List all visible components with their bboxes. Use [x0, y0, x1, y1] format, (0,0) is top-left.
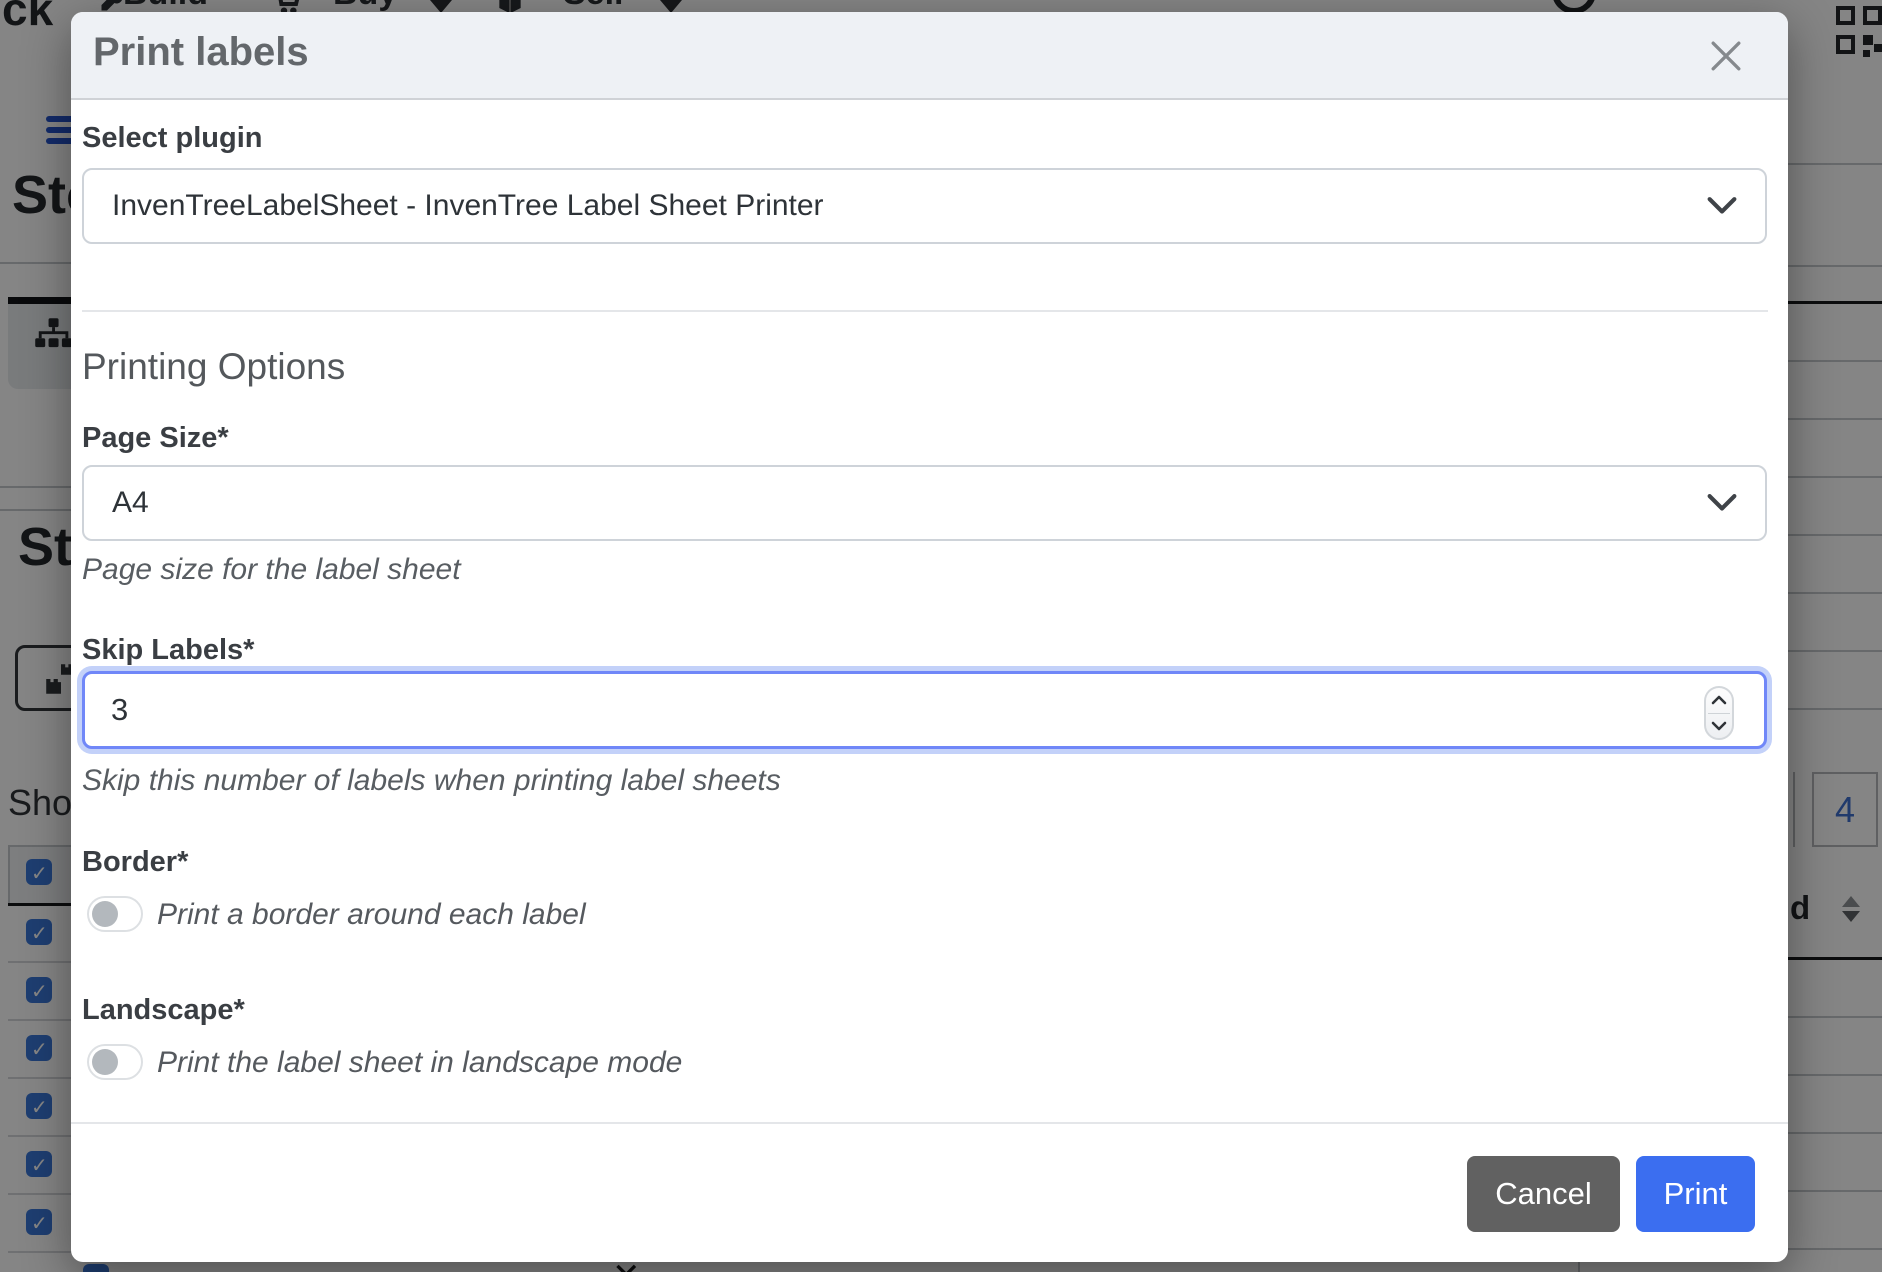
section-divider [82, 310, 1768, 312]
border-help: Print a border around each label [157, 898, 586, 932]
chevron-down-icon [1705, 492, 1739, 514]
footer-divider [71, 1122, 1788, 1124]
skip-labels-label: Skip Labels* [82, 634, 254, 667]
page-size-value: A4 [112, 486, 149, 520]
modal-title: Print labels [93, 30, 309, 75]
chevron-down-icon [1705, 195, 1739, 217]
app-window: ck Build Buy Sell Stock [0, 0, 1882, 1272]
toggle-knob [92, 1049, 118, 1075]
page-size-label: Page Size* [82, 422, 229, 455]
stepper-down-icon[interactable] [1711, 721, 1727, 731]
stepper-up-icon[interactable] [1711, 695, 1727, 705]
skip-labels-input[interactable] [82, 671, 1767, 749]
modal-header: Print labels [71, 12, 1788, 100]
toggle-knob [92, 901, 118, 927]
border-toggle[interactable] [87, 896, 143, 932]
border-label: Border* [82, 846, 188, 879]
print-button[interactable]: Print [1636, 1156, 1755, 1232]
printing-options-heading: Printing Options [82, 346, 345, 388]
landscape-label: Landscape* [82, 994, 245, 1027]
landscape-help: Print the label sheet in landscape mode [157, 1046, 682, 1080]
plugin-label: Select plugin [82, 122, 262, 155]
page-size-help: Page size for the label sheet [82, 553, 461, 587]
page-size-select[interactable]: A4 [82, 465, 1767, 541]
cancel-button[interactable]: Cancel [1467, 1156, 1620, 1232]
plugin-select-value: InvenTreeLabelSheet - InvenTree Label Sh… [112, 189, 824, 223]
close-icon[interactable] [1704, 34, 1748, 78]
number-stepper[interactable] [1704, 686, 1734, 740]
print-labels-modal: Print labels Select plugin InvenTreeLabe… [71, 12, 1788, 1262]
skip-labels-help: Skip this number of labels when printing… [82, 764, 781, 798]
landscape-toggle[interactable] [87, 1044, 143, 1080]
plugin-select[interactable]: InvenTreeLabelSheet - InvenTree Label Sh… [82, 168, 1767, 244]
modal-body: Select plugin InvenTreeLabelSheet - Inve… [71, 98, 1788, 1262]
